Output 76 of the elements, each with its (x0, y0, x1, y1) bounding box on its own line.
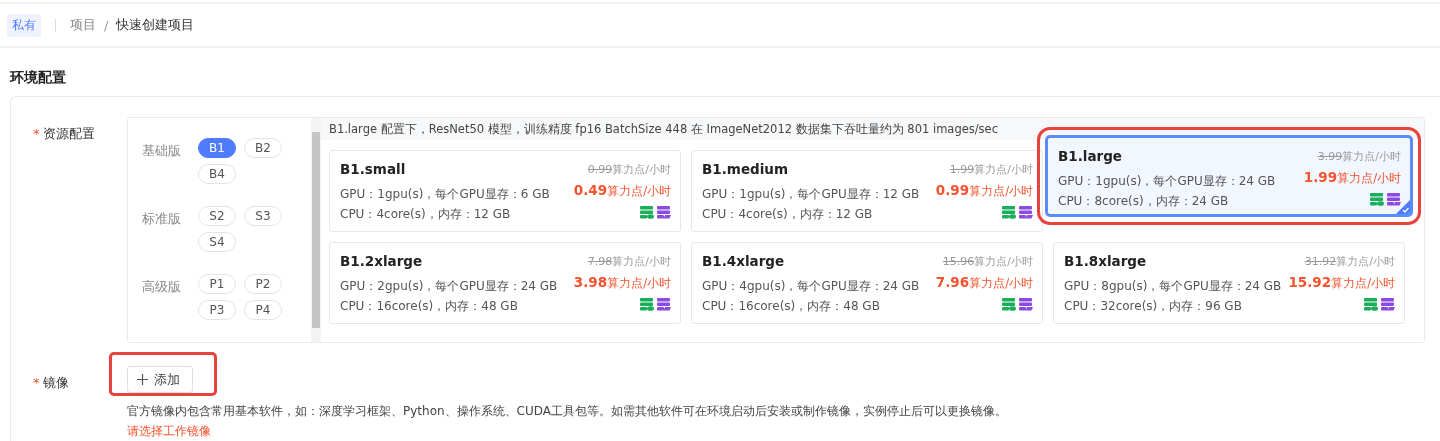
spec-name: B1.small (340, 160, 407, 178)
discount-price: 1.99算力点/小时 (1303, 168, 1401, 187)
server-list-icon (1387, 193, 1401, 206)
cpu-spec: CPU：32core(s)，内存：96 GB (1064, 298, 1243, 315)
server-cloud-icon (1364, 298, 1378, 311)
server-cloud-icon (1002, 298, 1016, 311)
spec-card[interactable]: B1.medium GPU：1gpu(s)，每个GPU显存：12 GB CPU：4core(s)，内存：12 GB 1.99算力点/小时 0.99算力点/小时 (691, 150, 1043, 232)
server-list-icon (1019, 298, 1033, 311)
throughput-note: B1.large 配置下，ResNet50 模型，训练精度 fp16 BatchSize 448 在 ImageNet2012 数据集下吞吐量约为 801 images/sec (321, 118, 1424, 140)
server-list-icon (1381, 298, 1395, 311)
tier-option[interactable]: S3 (244, 206, 282, 226)
spec-card[interactable]: B1.small GPU：1gpu(s)，每个GPU显存：6 GB CPU：4core(s)，内存：12 GB 0.99算力点/小时 0.49算力点/小时 (329, 150, 681, 232)
spec-name: B1.8xlarge (1064, 252, 1148, 270)
original-price: 15.96算力点/小时 (942, 254, 1033, 270)
spec-name: B1.large (1058, 147, 1124, 165)
add-button[interactable]: 添加 (127, 366, 193, 393)
original-price: 31.92算力点/小时 (1304, 254, 1395, 270)
original-price: 7.98算力点/小时 (587, 254, 671, 270)
spec-name: B1.2xlarge (340, 252, 424, 270)
spec-card[interactable]: B1.2xlarge GPU：2gpu(s)，每个GPU显存：24 GB CPU：16core(s)，内存：48 GB 7.98算力点/小时 3.98算力点/小时 (329, 242, 681, 324)
breadcrumb-separator: / (104, 17, 109, 33)
spec-card[interactable]: B1.8xlarge GPU：8gpu(s)，每个GPU显存：24 GB CPU：32core(s)，内存：96 GB 31.92算力点/小时 15.92算力点/小时 (1053, 242, 1405, 324)
tier-label: 基础版 (142, 142, 182, 160)
gpu-spec: GPU：1gpu(s)，每个GPU显存：6 GB (340, 186, 550, 203)
field-label: 资源配置 (42, 126, 95, 141)
cpu-spec: CPU：4core(s)，内存：12 GB (702, 206, 874, 223)
server-list-icon (657, 298, 671, 311)
spec-name: B1.4xlarge (702, 252, 786, 270)
breadcrumb-item: 快速创建项目 (116, 16, 195, 34)
tier-option[interactable]: B2 (244, 138, 282, 158)
server-cloud-icon (1002, 206, 1016, 219)
image-description: 官方镜像内包含常用基本软件，如：深度学习框架、Python、操作系统、CUDA工具包等。如需其他软件可在环境启动后安装或制作镜像，实例停止后可以更换镜像。 (127, 403, 1007, 419)
tier-option[interactable]: P3 (198, 300, 236, 320)
tier-option[interactable]: B1 (198, 138, 236, 158)
tier-option[interactable]: S4 (198, 232, 236, 252)
tier-label: 标准版 (142, 210, 182, 228)
section-title: 环境配置 (10, 68, 67, 87)
gpu-spec: GPU：1gpu(s)，每个GPU显存：12 GB (702, 186, 920, 203)
tier-option[interactable]: B4 (198, 164, 236, 184)
scrollbar[interactable] (311, 118, 321, 342)
discount-price: 7.96算力点/小时 (935, 273, 1033, 292)
original-price: 0.99算力点/小时 (587, 162, 671, 178)
spec-name: B1.medium (702, 160, 789, 178)
gpu-spec: GPU：8gpu(s)，每个GPU显存：24 GB (1064, 278, 1282, 295)
field-label: 镜像 (42, 375, 69, 390)
discount-price: 0.49算力点/小时 (573, 181, 671, 200)
cpu-spec: CPU：4core(s)，内存：12 GB (340, 206, 512, 223)
tier-option[interactable]: P4 (244, 300, 282, 320)
required-mark: * (33, 126, 40, 141)
cpu-spec: CPU：16core(s)，内存：48 GB (702, 298, 881, 315)
discount-price: 15.92算力点/小时 (1288, 273, 1395, 292)
breadcrumb-item[interactable]: 项目 (70, 16, 96, 34)
tier-option[interactable]: S2 (198, 206, 236, 226)
discount-price: 0.99算力点/小时 (935, 181, 1033, 200)
tier-option[interactable]: P1 (198, 274, 236, 294)
gpu-spec: GPU：2gpu(s)，每个GPU显存：24 GB (340, 278, 558, 295)
server-list-icon (657, 206, 671, 219)
original-price: 1.99算力点/小时 (949, 162, 1033, 178)
private-tag: 私有 (7, 13, 41, 37)
discount-price: 3.98算力点/小时 (573, 273, 671, 292)
server-cloud-icon (1370, 193, 1384, 206)
server-cloud-icon (640, 298, 654, 311)
gpu-spec: GPU：1gpu(s)，每个GPU显存：24 GB (1058, 173, 1276, 190)
server-list-icon (1019, 206, 1033, 219)
error-message: 请选择工作镜像 (127, 423, 212, 439)
spec-card[interactable]: B1.4xlarge GPU：4gpu(s)，每个GPU显存：24 GB CPU：16core(s)，内存：48 GB 15.96算力点/小时 7.96算力点/小时 (691, 242, 1043, 324)
gpu-spec: GPU：4gpu(s)，每个GPU显存：24 GB (702, 278, 920, 295)
original-price: 3.99算力点/小时 (1317, 149, 1401, 165)
plus-icon (137, 374, 148, 385)
tier-label: 高级版 (142, 278, 182, 296)
check-corner-icon (1396, 200, 1410, 214)
tier-option[interactable]: P2 (244, 274, 282, 294)
cpu-spec: CPU：16core(s)，内存：48 GB (340, 298, 519, 315)
required-mark: * (33, 375, 40, 390)
cpu-spec: CPU：8core(s)，内存：24 GB (1058, 193, 1230, 210)
server-cloud-icon (640, 206, 654, 219)
